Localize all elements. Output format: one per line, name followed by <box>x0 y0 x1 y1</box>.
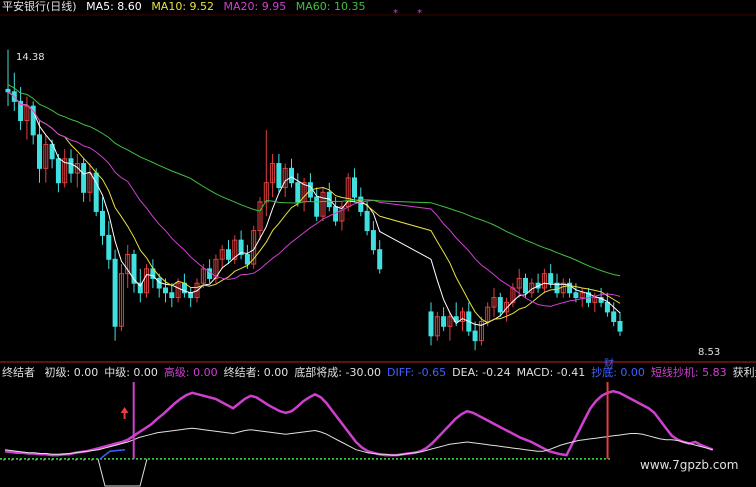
candle-body <box>100 210 105 236</box>
candle-body <box>472 330 478 342</box>
candle-body <box>428 311 434 337</box>
candle-body <box>548 273 554 284</box>
candle-body <box>207 268 213 279</box>
ma5-line <box>7 91 621 326</box>
candle-body <box>370 230 376 251</box>
candle-body <box>68 158 74 174</box>
candle-body <box>523 277 528 294</box>
candle-body <box>352 177 357 198</box>
candle-body <box>5 88 11 93</box>
up-arrow-icon <box>120 407 129 419</box>
stock-chart-window: 平安银行(日线) MA5: 8.60 MA10: 9.52 MA20: 9.95… <box>0 0 756 487</box>
candle-body <box>106 234 112 260</box>
indicator-value-3: 终结者: 0.00 <box>223 366 289 379</box>
candle-body <box>289 167 294 184</box>
candle-body <box>188 292 194 299</box>
indicator-value-6: DEA: -0.24 <box>452 366 511 379</box>
candle-body <box>611 311 617 322</box>
candle-body <box>364 210 370 232</box>
candle-body <box>226 249 231 260</box>
indicator-value-5: DIFF: -0.65 <box>386 366 447 379</box>
watermark: www.7gpzb.com <box>640 458 739 472</box>
candle-body <box>497 297 503 313</box>
indicator-value-10: 获利盘: 3.67 <box>732 366 756 379</box>
candle-body <box>163 287 168 294</box>
candle-body <box>295 182 301 203</box>
bottom-box <box>97 458 148 487</box>
high-price-label: 14.38 <box>16 52 45 63</box>
diff-line <box>99 448 126 460</box>
indicator-value-2: 高级: 0.00 <box>163 366 218 379</box>
ma10-line <box>7 91 621 324</box>
candle-body <box>244 254 250 265</box>
candle-body <box>93 172 99 212</box>
chart-canvas <box>0 14 756 487</box>
ma60-line <box>7 84 621 277</box>
indicator-value-8: 抄底: 0.00 <box>591 366 645 379</box>
candle-body <box>55 158 61 184</box>
candle-body <box>81 163 87 193</box>
low-price-label: 8.53 <box>698 347 721 358</box>
candle-body <box>314 196 320 217</box>
candle-body <box>573 292 579 299</box>
candle-body <box>617 321 623 332</box>
indicator-value-7: MACD: -0.41 <box>516 366 586 379</box>
indicator-value-1: 中级: 0.00 <box>104 366 158 379</box>
ma20-line <box>7 91 621 307</box>
indicator-header: 终结者 初级: 0.00 中级: 0.00 高级: 0.00 终结者: 0.00 底部将… <box>2 366 756 380</box>
indicator-value-4: 底部将成: -30.00 <box>294 366 381 379</box>
candle-body <box>112 258 118 327</box>
candle-body <box>37 134 42 169</box>
candle-body <box>169 292 175 299</box>
indicator-value-9: 短线抄机: 5.83 <box>650 366 727 379</box>
candle-body <box>377 249 383 270</box>
candle-body <box>276 163 282 188</box>
candle-body <box>604 301 610 313</box>
indicator-value-0: 初级: 0.00 <box>44 366 99 379</box>
indicator-name: 终结者 <box>2 366 35 379</box>
candle-body <box>441 316 447 327</box>
